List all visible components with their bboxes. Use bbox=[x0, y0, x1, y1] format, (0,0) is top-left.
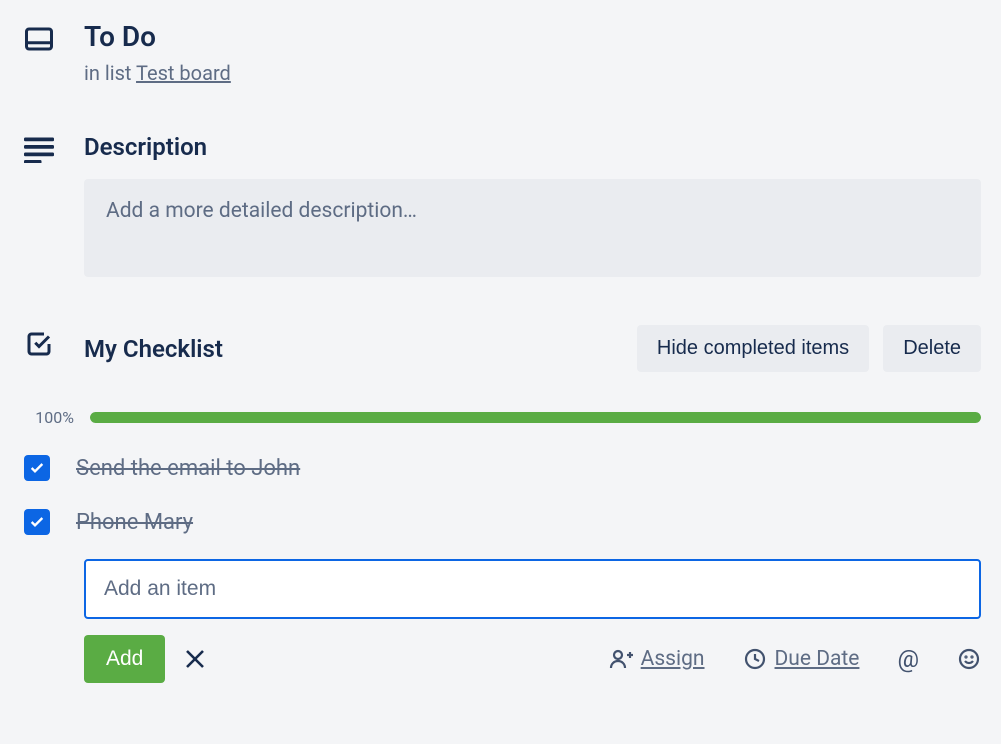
checklist-item[interactable]: Send the email to John bbox=[24, 445, 981, 499]
assign-button[interactable]: Assign bbox=[609, 647, 705, 671]
description-heading: Description bbox=[84, 133, 207, 161]
progress-percent: 100% bbox=[24, 408, 74, 427]
assign-icon bbox=[609, 647, 633, 671]
mention-icon[interactable]: @ bbox=[897, 645, 919, 673]
checklist-item[interactable]: Phone Mary bbox=[24, 499, 981, 553]
close-icon[interactable] bbox=[183, 647, 207, 671]
checklist-item-label[interactable]: Send the email to John bbox=[76, 456, 300, 481]
progress-fill bbox=[90, 412, 981, 423]
add-button[interactable]: Add bbox=[84, 635, 165, 683]
checklist-item-label[interactable]: Phone Mary bbox=[76, 510, 193, 535]
card-icon bbox=[24, 24, 54, 54]
clock-icon bbox=[743, 647, 767, 671]
progress-bar bbox=[90, 412, 981, 423]
hide-completed-button[interactable]: Hide completed items bbox=[637, 325, 869, 372]
emoji-icon[interactable] bbox=[957, 647, 981, 671]
due-date-button[interactable]: Due Date bbox=[743, 647, 860, 671]
checkbox[interactable] bbox=[24, 509, 50, 535]
checklist-icon bbox=[24, 329, 54, 359]
card-title[interactable]: To Do bbox=[84, 20, 981, 53]
card-list-location: in list Test board bbox=[84, 61, 981, 85]
checklist-heading[interactable]: My Checklist bbox=[84, 335, 223, 363]
list-link[interactable]: Test board bbox=[136, 61, 231, 85]
delete-checklist-button[interactable]: Delete bbox=[883, 325, 981, 372]
description-input[interactable]: Add a more detailed description… bbox=[84, 179, 981, 277]
description-icon bbox=[24, 137, 54, 163]
add-item-input[interactable] bbox=[84, 559, 981, 619]
checkbox[interactable] bbox=[24, 455, 50, 481]
